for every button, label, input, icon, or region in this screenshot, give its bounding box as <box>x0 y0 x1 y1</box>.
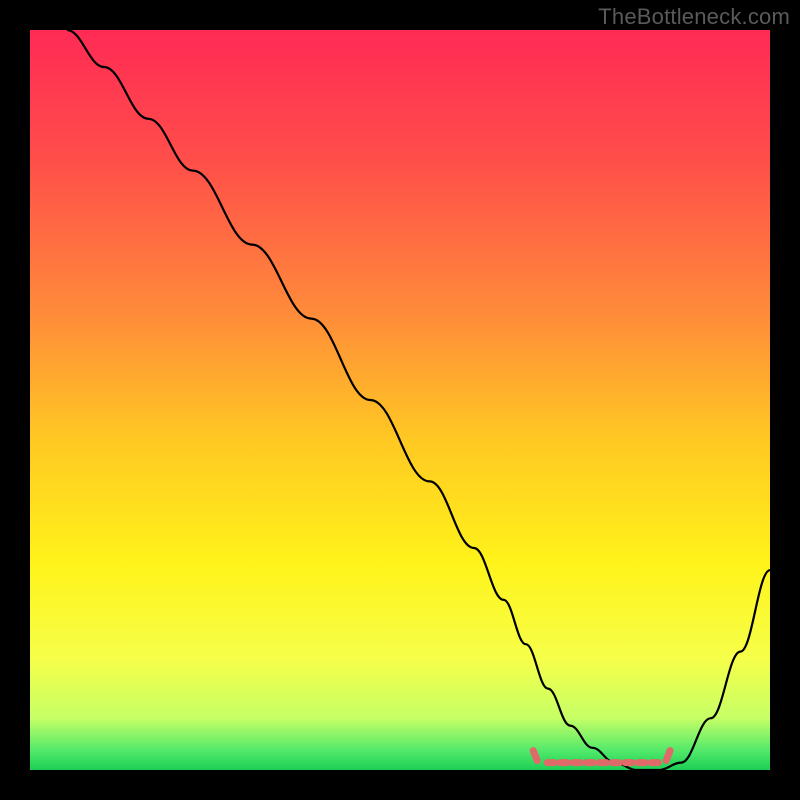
plot-area <box>30 30 770 770</box>
chart-container: TheBottleneck.com <box>0 0 800 800</box>
chart-svg <box>30 30 770 770</box>
watermark: TheBottleneck.com <box>598 4 790 30</box>
background-gradient <box>30 30 770 770</box>
